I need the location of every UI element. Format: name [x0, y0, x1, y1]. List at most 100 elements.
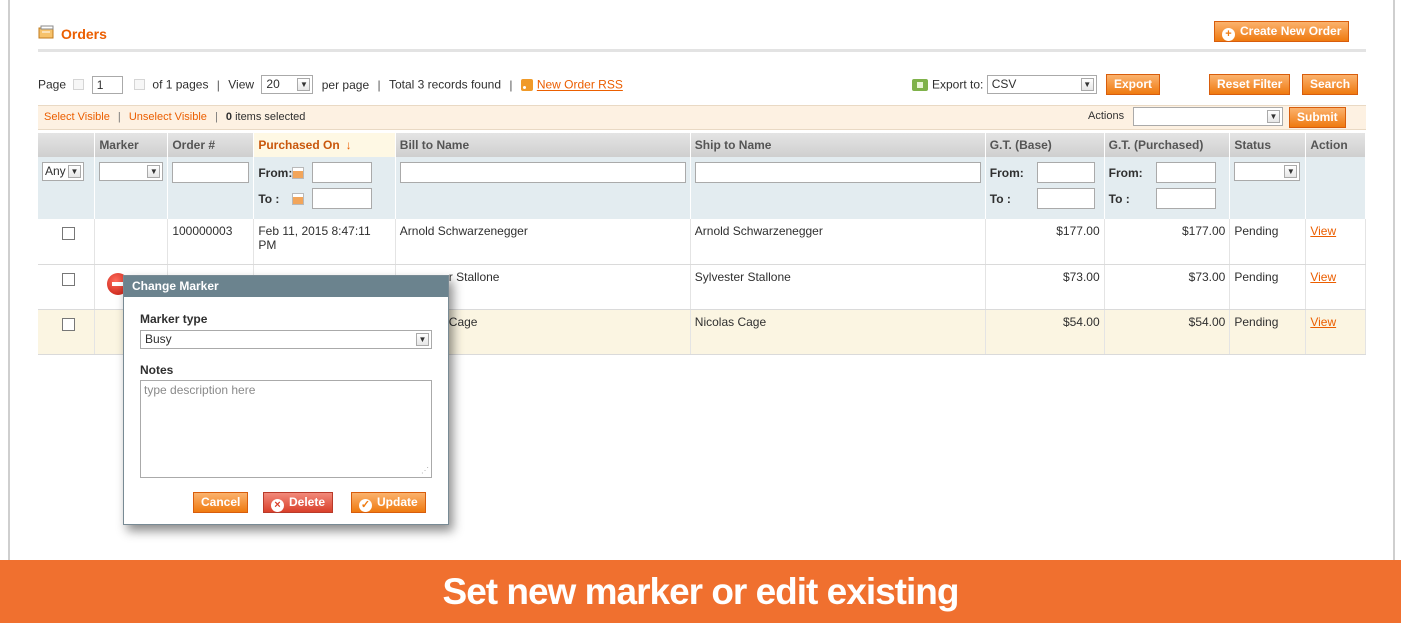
gt-purchased-cell: $54.00 — [1104, 309, 1231, 355]
chevron-down-icon: ▼ — [1284, 165, 1298, 178]
marker-type-select[interactable]: Busy ▼ — [140, 330, 432, 349]
next-page-icon[interactable] — [134, 79, 146, 90]
notes-textarea[interactable]: type description here ⋰ — [140, 380, 432, 478]
reset-filter-button[interactable]: Reset Filter — [1209, 74, 1291, 95]
update-label: Update — [377, 495, 418, 509]
page-label: Page — [38, 77, 67, 92]
delete-button[interactable]: × Delete — [263, 492, 334, 513]
ship-to-cell: Nicolas Cage — [690, 309, 986, 355]
column-header-marker[interactable]: Marker — [94, 133, 169, 157]
marker-filter-select[interactable]: ▼ — [99, 162, 164, 181]
gt-base-from-input[interactable] — [1036, 162, 1095, 183]
export-button[interactable]: Export — [1106, 74, 1161, 95]
gt-base-to-label: To : — [989, 191, 1011, 206]
cancel-button[interactable]: Cancel — [193, 492, 249, 513]
export-label: Export to: — [932, 77, 984, 92]
calendar-icon[interactable] — [292, 166, 305, 179]
export-button-label: Export — [1114, 77, 1153, 91]
gt-purchased-from-input[interactable] — [1155, 162, 1216, 183]
column-header-purchased-on[interactable]: Purchased On ↓ — [253, 133, 396, 157]
view-link[interactable]: View — [1310, 315, 1336, 329]
date-from-row: From: — [258, 162, 390, 183]
caption-banner: Set new marker or edit existing — [0, 560, 1401, 623]
unselect-visible-link[interactable]: Unselect Visible — [129, 111, 207, 123]
any-select[interactable]: Any ▼ — [42, 162, 84, 181]
view-label: View — [228, 77, 255, 92]
frame-left-border — [8, 0, 10, 560]
actions-label: Actions — [1088, 110, 1125, 122]
column-header-bill-to[interactable]: Bill to Name — [395, 133, 691, 157]
gt-base-from-row: From: — [990, 162, 1100, 183]
filter-cell-order — [167, 157, 255, 219]
marker-type-value: Busy — [145, 332, 172, 346]
bill-to-cell: Arnold Schwarzenegger — [395, 219, 691, 265]
per-page-label: per page — [321, 77, 370, 92]
export-format-select[interactable]: CSV ▼ — [986, 75, 1097, 94]
gt-base-cell: $73.00 — [985, 264, 1105, 310]
gt-base-cell: $54.00 — [985, 309, 1105, 355]
filter-cell-ship-to — [690, 157, 986, 219]
date-from-input[interactable] — [312, 162, 373, 183]
column-header-gt-base[interactable]: G.T. (Base) — [985, 133, 1105, 157]
any-value: Any — [45, 164, 66, 178]
status-filter-select[interactable]: ▼ — [1234, 162, 1301, 181]
column-header-gt-purchased[interactable]: G.T. (Purchased) — [1104, 133, 1231, 157]
bill-to-text: r Stallone — [448, 269, 500, 284]
gt-purchased-to-input[interactable] — [1155, 188, 1216, 209]
filter-cell-gt-base: From: To : — [985, 157, 1105, 219]
marker-cell[interactable] — [94, 219, 169, 265]
total-records-text: Total 3 records found — [388, 77, 502, 92]
select-visible-link[interactable]: Select Visible — [44, 111, 110, 123]
sort-arrow-icon: ↓ — [345, 138, 352, 152]
view-link[interactable]: View — [1310, 270, 1336, 284]
bill-to-filter-input[interactable] — [399, 162, 686, 183]
ship-to-filter-input[interactable] — [694, 162, 981, 183]
column-header-action: Action — [1305, 133, 1366, 157]
gt-base-to-input[interactable] — [1036, 188, 1095, 209]
update-button[interactable]: ✓ Update — [351, 492, 426, 513]
gt-purchased-from-row: From: — [1109, 162, 1226, 183]
submit-label: Submit — [1297, 110, 1338, 124]
pager-separator: | — [216, 77, 220, 92]
resize-grip-icon[interactable]: ⋰ — [421, 466, 429, 475]
search-label: Search — [1310, 77, 1351, 91]
status-cell: Pending — [1229, 264, 1307, 310]
view-link[interactable]: View — [1310, 224, 1336, 238]
chevron-down-icon: ▼ — [297, 78, 311, 91]
per-page-select[interactable]: 20 ▼ — [261, 75, 314, 94]
row-checkbox[interactable] — [62, 272, 75, 286]
submit-button[interactable]: Submit — [1289, 107, 1346, 128]
export-controls: Export to: CSV ▼ — [912, 75, 1097, 94]
create-new-order-button[interactable]: + Create New Order — [1214, 21, 1350, 42]
column-header-select — [38, 133, 96, 157]
gt-base-from-label: From: — [989, 165, 1024, 180]
row-checkbox[interactable] — [62, 227, 75, 240]
date-to-input[interactable] — [312, 188, 373, 209]
marker-type-label: Marker type — [140, 312, 208, 326]
page-input[interactable]: 1 — [91, 75, 123, 94]
gt-base-cell: $177.00 — [985, 219, 1105, 265]
new-order-rss-link[interactable]: New Order RSS — [537, 78, 623, 92]
gt-purchased-to-row: To : — [1109, 188, 1226, 209]
prev-page-icon[interactable] — [73, 79, 85, 90]
delete-label: Delete — [289, 495, 326, 509]
column-header-status[interactable]: Status — [1229, 133, 1307, 157]
calendar-icon[interactable] — [292, 192, 305, 205]
row-checkbox[interactable] — [62, 317, 75, 331]
search-button[interactable]: Search — [1302, 74, 1359, 95]
order-number-cell: 100000003 — [167, 219, 255, 265]
row-select-cell — [38, 309, 96, 355]
chevron-down-icon: ▼ — [68, 165, 81, 178]
of-pages-text: of 1 pages — [152, 77, 209, 92]
massaction-separator: | — [214, 111, 218, 123]
order-filter-input[interactable] — [172, 162, 250, 183]
actions-select[interactable]: ▼ — [1133, 107, 1283, 126]
notes-placeholder: type description here — [144, 383, 256, 397]
gt-purchased-to-label: To : — [1108, 191, 1130, 206]
column-header-order[interactable]: Order # — [167, 133, 255, 157]
column-header-ship-to[interactable]: Ship to Name — [690, 133, 986, 157]
cancel-label: Cancel — [201, 495, 241, 509]
filter-row: Any ▼ ▼ From: To : From: To : From: To : … — [38, 157, 1366, 219]
table-row[interactable]: 100000003 Feb 11, 2015 8:47:11 PM Arnold… — [38, 219, 1366, 265]
per-page-value: 20 — [266, 77, 280, 91]
